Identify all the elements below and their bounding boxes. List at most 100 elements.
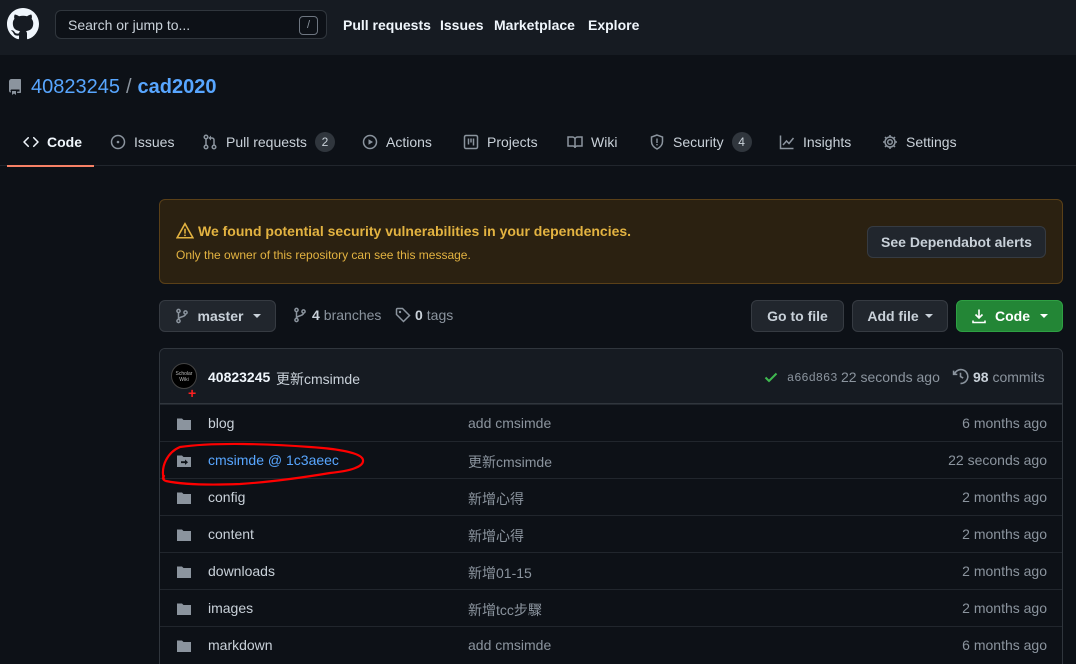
security-count-badge: 4 — [731, 132, 752, 152]
file-commit-message[interactable]: add cmsimde — [468, 415, 551, 431]
nav-explore[interactable]: Explore — [588, 17, 639, 33]
folder-icon — [177, 529, 191, 541]
file-commit-message[interactable]: 新增心得 — [468, 489, 524, 509]
commits-count-link[interactable]: 98 commits — [973, 369, 1045, 385]
tab-pull-requests[interactable]: Pull requests 2 — [202, 118, 335, 166]
gear-icon — [883, 135, 897, 149]
search-input[interactable] — [68, 16, 288, 34]
file-commit-time: 2 months ago — [962, 600, 1047, 616]
commit-time: 22 seconds ago — [841, 369, 940, 385]
tab-label: Issues — [134, 134, 175, 150]
file-name-link[interactable]: downloads — [208, 563, 275, 579]
code-download-button[interactable]: Code — [956, 300, 1063, 332]
tab-label: Code — [47, 134, 82, 150]
commit-sha-link[interactable]: a66d863 — [787, 371, 837, 385]
shield-icon — [650, 134, 664, 150]
submodule-folder-icon — [177, 455, 191, 467]
commits-label: commits — [992, 369, 1045, 385]
latest-commit-bar: Scholar Wiki + 40823245 更新cmsimde a66d86… — [160, 349, 1062, 404]
chevron-down-icon — [924, 314, 933, 318]
tags-count: 0 — [415, 307, 423, 323]
file-commit-message[interactable]: 新增01-15 — [468, 563, 532, 583]
folder-icon — [177, 603, 191, 615]
folder-icon — [177, 418, 191, 430]
top-header: / Pull requests Issues Marketplace Explo… — [0, 0, 1076, 55]
file-name-link[interactable]: blog — [208, 415, 234, 431]
file-name-link[interactable]: images — [208, 600, 253, 616]
file-row[interactable]: content 新增心得 2 months ago — [160, 515, 1062, 552]
pull-request-icon — [203, 134, 217, 150]
file-commit-message[interactable]: 更新cmsimde — [468, 452, 552, 472]
chevron-down-icon — [1040, 314, 1048, 318]
file-commit-message[interactable]: 新增心得 — [468, 526, 524, 546]
file-row[interactable]: blog add cmsimde 6 months ago — [160, 404, 1062, 441]
warning-icon — [176, 222, 194, 239]
alert-title: We found potential security vulnerabilit… — [198, 223, 632, 239]
commit-message-link[interactable]: 更新cmsimde — [276, 369, 360, 389]
chevron-down-icon — [253, 314, 262, 318]
search-shortcut-key: / — [299, 16, 318, 35]
file-name-link[interactable]: config — [208, 489, 245, 505]
repo-tabs: Code Issues Pull requests 2 Actions Proj… — [0, 118, 1076, 167]
file-name-link[interactable]: content — [208, 526, 254, 542]
tab-projects[interactable]: Projects — [463, 118, 538, 166]
tab-code[interactable]: Code — [7, 118, 94, 167]
tab-actions[interactable]: Actions — [362, 118, 432, 166]
tab-insights[interactable]: Insights — [779, 118, 851, 166]
file-name-link[interactable]: markdown — [208, 637, 273, 653]
history-icon — [952, 368, 969, 385]
add-file-label: Add file — [867, 308, 919, 324]
tags-link[interactable]: 0 tags — [395, 307, 453, 323]
nav-pull-requests[interactable]: Pull requests — [343, 17, 431, 33]
branches-count: 4 — [312, 307, 320, 323]
repo-icon — [8, 79, 21, 95]
security-alert-banner: We found potential security vulnerabilit… — [159, 199, 1063, 284]
file-row[interactable]: config 新增心得 2 months ago — [160, 478, 1062, 515]
tab-settings[interactable]: Settings — [882, 118, 957, 166]
file-row[interactable]: downloads 新增01-15 2 months ago — [160, 552, 1062, 589]
tab-label: Actions — [386, 134, 432, 150]
tab-wiki[interactable]: Wiki — [567, 118, 617, 166]
repo-name-link[interactable]: cad2020 — [138, 76, 217, 99]
see-dependabot-alerts-button[interactable]: See Dependabot alerts — [867, 226, 1046, 258]
file-row[interactable]: markdown add cmsimde 6 months ago — [160, 626, 1062, 663]
book-icon — [567, 136, 583, 149]
folder-icon — [177, 566, 191, 578]
tab-label: Pull requests — [226, 134, 307, 150]
graph-icon — [779, 135, 795, 150]
file-commit-message[interactable]: 新增tcc步驟 — [468, 600, 542, 620]
tab-label: Security — [673, 134, 724, 150]
file-row[interactable]: images 新增tcc步驟 2 months ago — [160, 589, 1062, 626]
tab-security[interactable]: Security 4 — [649, 118, 752, 166]
check-icon[interactable] — [763, 369, 779, 385]
file-commit-time: 22 seconds ago — [948, 452, 1047, 468]
branch-select-button[interactable]: master — [159, 300, 276, 332]
tag-icon — [395, 307, 411, 323]
download-icon — [972, 309, 986, 324]
project-icon — [463, 134, 479, 150]
submodule-link[interactable]: cmsimde @ 1c3aeec — [208, 452, 339, 468]
code-icon — [23, 136, 39, 148]
plus-icon: + — [188, 385, 197, 401]
repo-title: 40823245 / cad2020 — [7, 75, 217, 99]
branches-link[interactable]: 4 branches — [292, 307, 381, 323]
repo-owner-link[interactable]: 40823245 — [31, 76, 120, 99]
branch-name: master — [197, 308, 244, 324]
tab-issues[interactable]: Issues — [110, 118, 174, 166]
nav-marketplace[interactable]: Marketplace — [494, 17, 575, 33]
add-file-button[interactable]: Add file — [852, 300, 948, 332]
search-box[interactable]: / — [55, 10, 327, 39]
code-button-label: Code — [995, 308, 1030, 324]
file-row[interactable]: cmsimde @ 1c3aeec 更新cmsimde 22 seconds a… — [160, 441, 1062, 478]
tab-label: Wiki — [591, 134, 618, 150]
commit-author-link[interactable]: 40823245 — [208, 369, 270, 385]
go-to-file-button[interactable]: Go to file — [751, 300, 844, 332]
nav-issues[interactable]: Issues — [440, 17, 484, 33]
file-commit-time: 2 months ago — [962, 489, 1047, 505]
file-commit-time: 6 months ago — [962, 415, 1047, 431]
github-mark-icon[interactable] — [7, 8, 39, 40]
file-commit-message[interactable]: add cmsimde — [468, 637, 551, 653]
commits-count: 98 — [973, 369, 989, 385]
branches-label: branches — [323, 307, 382, 323]
pull-request-count-badge: 2 — [314, 132, 335, 152]
